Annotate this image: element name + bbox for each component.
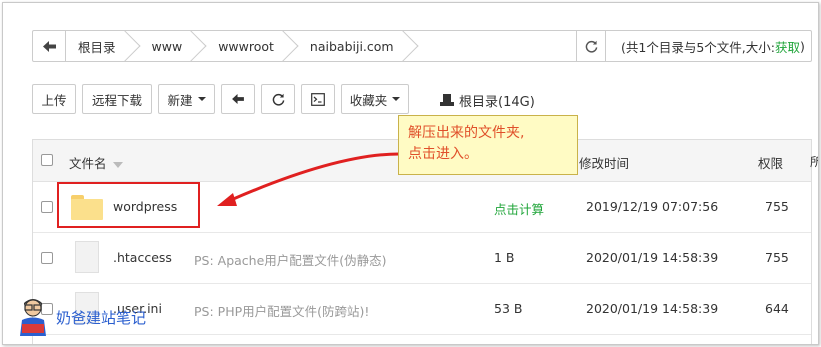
watermark: 奶爸建站笔记	[14, 290, 146, 336]
tooltip-line-1: 解压出来的文件夹,	[408, 125, 525, 141]
breadcrumb-www[interactable]: www	[130, 31, 197, 61]
file-note: PS: Apache用户配置文件(伪静态)	[194, 253, 387, 268]
watermark-text: 奶爸建站笔记	[56, 309, 147, 327]
file-note: PS: PHP用户配置文件(防跨站)!	[194, 304, 370, 319]
header-filename[interactable]: 文件名	[69, 153, 123, 172]
back-button[interactable]	[33, 31, 66, 61]
refresh-icon	[272, 93, 284, 106]
header-owner-cut: 所	[810, 153, 818, 170]
breadcrumb-root[interactable]: 根目录	[66, 31, 130, 61]
calculate-size-link[interactable]: 点击计算	[494, 199, 544, 218]
upload-button[interactable]: 上传	[32, 84, 76, 114]
upload-label: 上传	[41, 92, 67, 108]
terminal-icon	[311, 92, 325, 106]
file-size: 53 B	[494, 301, 523, 316]
annotation-tooltip: 解压出来的文件夹, 点击进入。	[398, 115, 578, 175]
modified-time: 2020/01/19 14:58:39	[586, 301, 719, 316]
watermark-avatar-icon	[20, 299, 46, 336]
path-refresh-button[interactable]	[576, 31, 606, 61]
breadcrumb-wwwroot[interactable]: wwwroot	[196, 31, 288, 61]
terminal-button[interactable]	[301, 84, 335, 114]
root-info-label: 根目录(14G)	[459, 94, 535, 110]
toolbar-back-button[interactable]	[221, 84, 255, 114]
get-size-link[interactable]: 获取	[775, 37, 800, 56]
file-name[interactable]: .htaccess	[113, 250, 172, 265]
header-permission[interactable]: 权限	[758, 153, 783, 172]
disk-root-info[interactable]: 根目录(14G)	[440, 89, 535, 111]
header-modified[interactable]: 修改时间	[579, 153, 629, 172]
select-all-checkbox[interactable]	[41, 154, 53, 166]
header-filename-label: 文件名	[69, 156, 107, 171]
remote-download-label: 远程下载	[91, 92, 142, 108]
toolbar-refresh-button[interactable]	[261, 84, 295, 114]
file-icon	[75, 241, 99, 273]
row-checkbox[interactable]	[41, 201, 53, 213]
modified-time: 2020/01/19 14:58:39	[586, 250, 719, 265]
tooltip-line-2: 点击进入。	[408, 146, 478, 162]
breadcrumb-site[interactable]: naibabiji.com	[288, 31, 408, 61]
highlight-box	[57, 182, 200, 228]
row-checkbox[interactable]	[41, 252, 53, 264]
table-row[interactable]: .user.ini PS: PHP用户配置文件(防跨站)! 53 B 2020/…	[33, 284, 811, 335]
remote-download-button[interactable]: 远程下载	[82, 84, 152, 114]
summary-suffix: )	[799, 38, 805, 54]
annotation-arrow	[217, 152, 400, 206]
arrow-left-icon	[42, 40, 56, 52]
permission[interactable]: 755	[765, 199, 789, 214]
new-label: 新建	[167, 92, 193, 108]
arrow-left-icon	[232, 94, 244, 104]
favorites-label: 收藏夹	[349, 92, 388, 108]
path-bar: 根目录 www wwwroot naibabiji.com (共1个目录与5个文…	[32, 30, 812, 62]
favorites-dropdown-button[interactable]: 收藏夹	[341, 84, 409, 114]
new-dropdown-button[interactable]: 新建	[158, 84, 215, 114]
modified-time: 2019/12/19 07:07:56	[586, 199, 719, 214]
table-row[interactable]: .htaccess PS: Apache用户配置文件(伪静态) 1 B 2020…	[33, 233, 811, 284]
refresh-icon	[585, 40, 597, 53]
caret-down-icon	[392, 97, 401, 101]
disk-icon	[440, 94, 454, 106]
file-size: 1 B	[494, 250, 515, 265]
permission[interactable]: 755	[765, 250, 789, 265]
directory-summary: (共1个目录与5个文件,大小: 获取)	[621, 31, 805, 61]
sort-down-icon	[112, 161, 123, 168]
summary-prefix: (共1个目录与5个文件,大小:	[621, 39, 775, 55]
permission[interactable]: 644	[765, 301, 789, 316]
caret-down-icon	[197, 97, 206, 101]
